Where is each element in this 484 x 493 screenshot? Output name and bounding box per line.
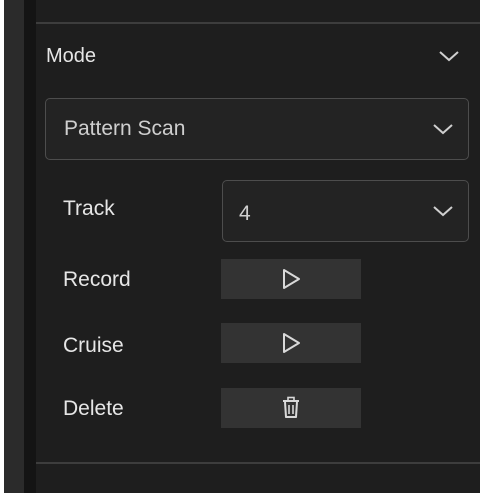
play-icon xyxy=(283,269,300,289)
track-select-value: 4 xyxy=(239,202,251,225)
mode-section-title: Mode xyxy=(46,44,97,67)
mode-section-header[interactable]: Mode xyxy=(36,26,480,86)
app-frame: Mode Pattern Scan Track 4 Record Cruise xyxy=(0,0,484,493)
track-label: Track xyxy=(63,197,115,220)
mode-select-value: Pattern Scan xyxy=(64,117,186,140)
record-label: Record xyxy=(63,268,131,291)
mode-panel: Mode Pattern Scan Track 4 Record Cruise xyxy=(36,0,480,493)
left-edge-shadow xyxy=(24,0,36,493)
mode-select[interactable]: Pattern Scan xyxy=(45,98,469,160)
record-button[interactable] xyxy=(221,259,361,299)
left-edge-strip xyxy=(4,0,24,493)
track-select[interactable]: 4 xyxy=(222,180,469,242)
cruise-label: Cruise xyxy=(63,334,124,357)
bottom-divider xyxy=(36,462,480,464)
trash-icon xyxy=(283,396,299,418)
cruise-button[interactable] xyxy=(221,323,361,363)
chevron-down-icon xyxy=(433,206,453,217)
chevron-down-icon xyxy=(433,124,453,135)
delete-label: Delete xyxy=(63,397,124,420)
delete-button[interactable] xyxy=(221,388,361,428)
chevron-down-icon[interactable] xyxy=(438,49,460,63)
play-icon xyxy=(283,333,300,353)
top-divider xyxy=(36,22,480,24)
